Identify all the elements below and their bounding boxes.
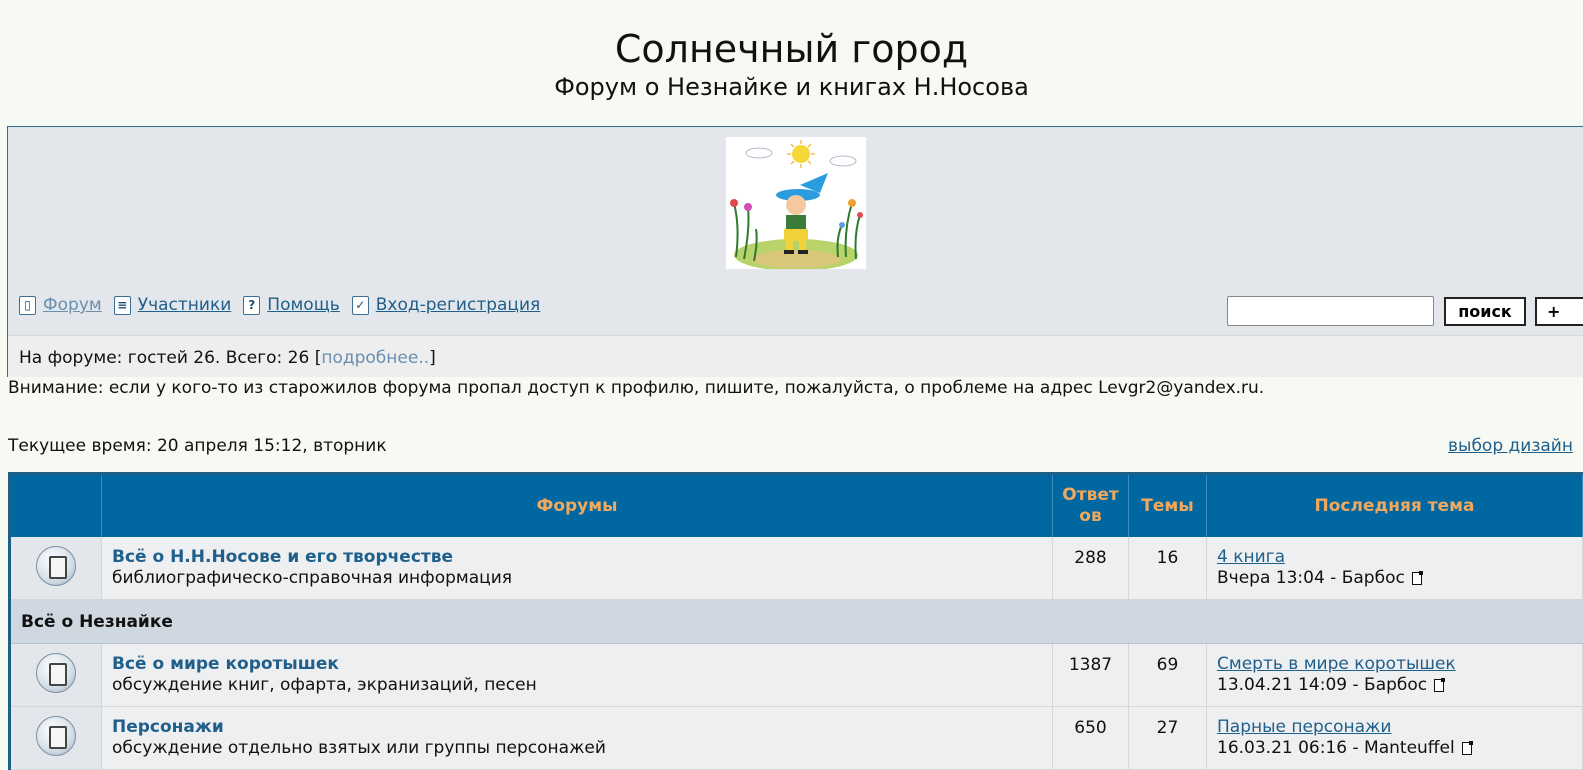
nav-item-login-link[interactable]: Вход-регистрация [376, 295, 541, 315]
forum-table: Форумы Ответ ов Темы Последняя тема Всё о… [8, 472, 1583, 770]
last-topic-meta-text: 13.04.21 14:09 - Барбос [1217, 675, 1428, 695]
nav-item-members-link[interactable]: Участники [138, 295, 232, 315]
forum-status-icon [36, 716, 76, 756]
forum-link[interactable]: Персонажи [112, 717, 224, 737]
forum-status-icon [36, 546, 76, 586]
table-row: Всё о мире коротышек обсуждение книг, оф… [11, 644, 1583, 707]
last-topic-link[interactable]: 4 книга [1217, 547, 1285, 567]
forum-status-cell [11, 537, 102, 599]
header-forums: Форумы [102, 475, 1053, 537]
header-icon-col [11, 475, 102, 537]
nav-item-login[interactable]: ✓ Вход-регистрация [351, 295, 541, 315]
nav-item-help[interactable]: ? Помощь [243, 295, 340, 315]
last-topic-meta-text: Вчера 13:04 - Барбос [1217, 568, 1405, 588]
forum-name-cell: Всё о Н.Н.Носове и его творчестве библио… [102, 537, 1053, 599]
notice-text: Внимание: если у кого-то из старожилов ф… [8, 378, 1265, 398]
last-topic-meta-text: 16.03.21 06:16 - Manteuffel [1217, 738, 1455, 758]
forum-description: обсуждение книг, офарта, экранизаций, пе… [112, 675, 537, 695]
last-topic-meta: 13.04.21 14:09 - Барбос [1217, 675, 1446, 695]
forum-status-icon [36, 653, 76, 693]
current-time: Текущее время: 20 апреля 15:12, вторник [8, 436, 387, 456]
last-topic-meta: 16.03.21 06:16 - Manteuffel [1217, 738, 1473, 758]
help-icon: ? [243, 295, 261, 315]
last-topic-link[interactable]: Парные персонажи [1217, 717, 1391, 737]
online-status-bar: На форуме: гостей 26. Всего: 26 [подробн… [8, 335, 1583, 377]
online-status-close: ] [429, 348, 436, 368]
last-topic-cell: Смерть в мире коротышек 13.04.21 14:09 -… [1207, 644, 1583, 706]
online-status: На форуме: гостей 26. Всего: 26 [подробн… [19, 348, 436, 368]
forum-link[interactable]: Всё о Н.Н.Носове и его творчестве [112, 547, 453, 567]
table-row: Всё о Н.Н.Носове и его творчестве библио… [11, 537, 1583, 600]
header-last-topic: Последняя тема [1207, 475, 1583, 537]
last-topic-cell: Парные персонажи 16.03.21 06:16 - Manteu… [1207, 707, 1583, 769]
checkmark-icon: ✓ [351, 295, 369, 315]
site-logo-image[interactable] [726, 137, 866, 271]
main-nav: ▯ Форум ≡ Участники ? Помощь ✓ Вход-реги… [19, 293, 552, 317]
answers-count: 1387 [1053, 644, 1129, 706]
nav-item-forum-link[interactable]: Форум [43, 295, 102, 315]
answers-count: 650 [1053, 707, 1129, 769]
search-button[interactable]: поиск [1444, 297, 1526, 326]
header-topics: Темы [1129, 475, 1207, 537]
search-input[interactable] [1227, 296, 1434, 326]
last-topic-cell: 4 книга Вчера 13:04 - Барбос [1207, 537, 1583, 599]
list-icon: ≡ [113, 295, 131, 315]
header-answers: Ответ ов [1053, 475, 1129, 537]
go-to-post-icon[interactable] [1461, 740, 1473, 755]
forum-name-cell: Персонажи обсуждение отдельно взятых или… [102, 707, 1053, 769]
nav-item-members[interactable]: ≡ Участники [113, 295, 232, 315]
extended-search-button[interactable]: + [1535, 297, 1583, 326]
go-to-post-icon[interactable] [1434, 677, 1446, 692]
forum-name-cell: Всё о мире коротышек обсуждение книг, оф… [102, 644, 1053, 706]
site-subtitle: Форум о Незнайке и книгах Н.Носова [554, 73, 1029, 101]
category-row: Всё о Незнайке [11, 600, 1583, 644]
nav-item-help-link[interactable]: Помощь [267, 295, 339, 315]
header-answers-line1: Ответ [1062, 485, 1119, 505]
header-answers-line2: ов [1079, 506, 1102, 526]
last-topic-link[interactable]: Смерть в мире коротышек [1217, 654, 1456, 674]
forum-status-cell [11, 644, 102, 706]
forum-description: библиографическо-справочная информация [112, 568, 512, 588]
nav-item-forum[interactable]: ▯ Форум [19, 295, 102, 315]
forum-icon: ▯ [19, 295, 36, 315]
site-title: Солнечный город [614, 27, 969, 71]
online-status-text: На форуме: гостей 26. Всего: 26 [ [19, 348, 322, 368]
topics-count: 69 [1129, 644, 1207, 706]
topics-count: 16 [1129, 537, 1207, 599]
go-to-post-icon[interactable] [1411, 570, 1423, 585]
forum-link[interactable]: Всё о мире коротышек [112, 654, 339, 674]
header-panel: ▯ Форум ≡ Участники ? Помощь ✓ Вход-реги… [7, 126, 1583, 377]
header-answers-label: Ответ ов [1062, 485, 1118, 527]
online-details-link[interactable]: подробнее.. [321, 348, 429, 368]
design-select-link[interactable]: выбор дизайн [1448, 436, 1573, 456]
table-row: Персонажи обсуждение отдельно взятых или… [11, 707, 1583, 770]
topics-count: 27 [1129, 707, 1207, 769]
category-title[interactable]: Всё о Незнайке [21, 612, 173, 632]
forum-status-cell [11, 707, 102, 769]
last-topic-meta: Вчера 13:04 - Барбос [1217, 568, 1423, 588]
table-header: Форумы Ответ ов Темы Последняя тема [11, 475, 1583, 537]
forum-description: обсуждение отдельно взятых или группы пе… [112, 738, 606, 758]
answers-count: 288 [1053, 537, 1129, 599]
